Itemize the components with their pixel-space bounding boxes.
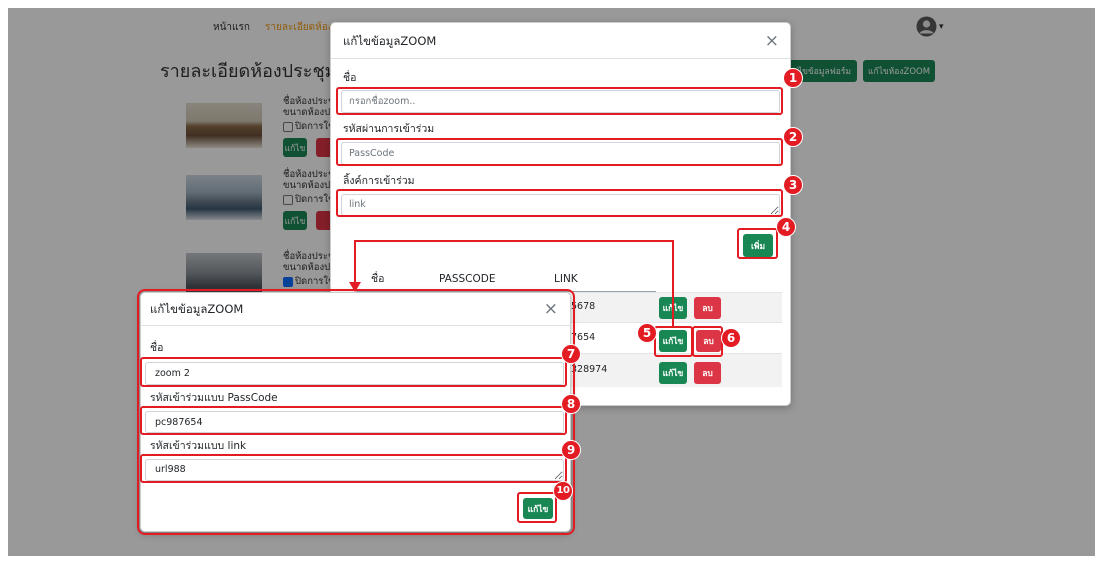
annotation-marker-6: 6 [721,328,741,348]
annotation-marker-5: 5 [637,323,657,343]
annotation-marker-10: 10 [553,481,573,501]
annotation-marker-9: 9 [561,440,581,460]
annotation-marker-7: 7 [561,344,581,364]
annotation-marker-8: 8 [561,394,581,414]
annotation-box-7 [140,357,567,387]
annotation-marker-2: 2 [783,127,803,147]
annotation-marker-3: 3 [783,175,803,195]
annotation-box-10 [517,492,557,523]
annotation-box-2 [336,138,783,166]
annotation-marker-1: 1 [783,68,803,88]
annotation-box-9 [140,454,567,483]
annotation-box-3 [336,189,783,217]
annotation-box-4 [737,228,778,259]
annotation-box-6 [692,326,723,357]
annotation-box-5 [654,326,693,357]
annotation-box-8 [140,406,567,435]
annotation-box-1 [336,87,783,115]
annotation-marker-4: 4 [776,217,796,237]
